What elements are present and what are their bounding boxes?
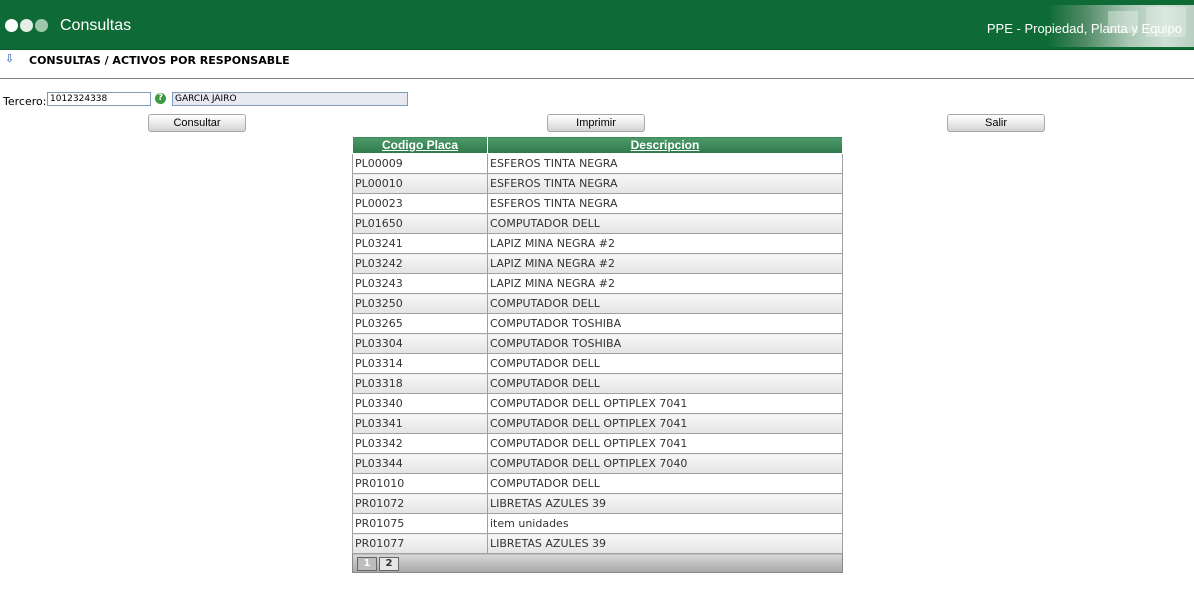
table-row[interactable]: PL03341 COMPUTADOR DELL OPTIPLEX 7041 (352, 413, 843, 434)
cell-codigo-placa: PL03304 (352, 333, 488, 354)
table-row[interactable]: PL01650 COMPUTADOR DELL (352, 213, 843, 234)
cell-descripcion: COMPUTADOR DELL (487, 293, 843, 314)
table-row[interactable]: PL03314 COMPUTADOR DELL (352, 353, 843, 374)
page-title: CONSULTAS / ACTIVOS POR RESPONSABLE (29, 54, 290, 67)
table-row[interactable]: PL03250 COMPUTADOR DELL (352, 293, 843, 314)
cell-descripcion: LAPIZ MINA NEGRA #2 (487, 253, 843, 274)
app-subtitle: PPE - Propiedad, Planta y Equipo (986, 21, 1182, 36)
cell-descripcion: item unidades (487, 513, 843, 534)
table-row[interactable]: PL00010 ESFEROS TINTA NEGRA (352, 173, 843, 194)
cell-codigo-placa: PL03265 (352, 313, 488, 334)
cell-codigo-placa: PL03340 (352, 393, 488, 414)
cell-descripcion: COMPUTADOR DELL OPTIPLEX 7041 (487, 413, 843, 434)
cell-codigo-placa: PL03241 (352, 233, 488, 254)
column-header-descripcion[interactable]: Descripcion (487, 136, 843, 154)
dot-icon (20, 19, 33, 32)
assets-table: Codigo Placa Descripcion PL00009 ESFEROS … (352, 136, 843, 573)
table-row[interactable]: PL03342 COMPUTADOR DELL OPTIPLEX 7041 (352, 433, 843, 454)
imprimir-button[interactable]: Imprimir (547, 114, 645, 132)
cell-descripcion: COMPUTADOR DELL (487, 473, 843, 494)
table-row[interactable]: PR01010 COMPUTADOR DELL (352, 473, 843, 494)
cell-codigo-placa: PL03242 (352, 253, 488, 274)
tercero-label: Tercero: (3, 95, 47, 108)
cell-descripcion: COMPUTADOR DELL (487, 353, 843, 374)
info-icon: ⇩ (4, 52, 15, 65)
pager-row: 12 (352, 553, 843, 573)
app-title: Consultas (60, 17, 132, 34)
cell-descripcion: ESFEROS TINTA NEGRA (487, 193, 843, 214)
cell-codigo-placa: PR01077 (352, 533, 488, 554)
table-row[interactable]: PL03304 COMPUTADOR TOSHIBA (352, 333, 843, 354)
cell-descripcion: COMPUTADOR DELL OPTIPLEX 7041 (487, 433, 843, 454)
cell-codigo-placa: PL01650 (352, 213, 488, 234)
table-row[interactable]: PL03318 COMPUTADOR DELL (352, 373, 843, 394)
tercero-input[interactable] (47, 92, 151, 106)
divider (0, 78, 1194, 79)
table-row[interactable]: PR01075 item unidades (352, 513, 843, 534)
cell-codigo-placa: PL03314 (352, 353, 488, 374)
pager-page-2[interactable]: 2 (379, 557, 399, 571)
table-row[interactable]: PL03242 LAPIZ MINA NEGRA #2 (352, 253, 843, 274)
dot-icon (5, 19, 18, 32)
table-body: PL00009 ESFEROS TINTA NEGRA PL00010 ESFEROS… (352, 153, 843, 554)
cell-codigo-placa: PL03341 (352, 413, 488, 434)
cell-descripcion: COMPUTADOR DELL (487, 213, 843, 234)
dot-icon (35, 19, 48, 32)
cell-descripcion: COMPUTADOR DELL OPTIPLEX 7041 (487, 393, 843, 414)
table-row[interactable]: PL03241 LAPIZ MINA NEGRA #2 (352, 233, 843, 254)
table-row[interactable]: PL03344 COMPUTADOR DELL OPTIPLEX 7040 (352, 453, 843, 474)
cell-codigo-placa: PR01072 (352, 493, 488, 514)
cell-codigo-placa: PR01010 (352, 473, 488, 494)
salir-button[interactable]: Salir (947, 114, 1045, 132)
cell-codigo-placa: PL03250 (352, 293, 488, 314)
table-row[interactable]: PL03340 COMPUTADOR DELL OPTIPLEX 7041 (352, 393, 843, 414)
cell-codigo-placa: PL03318 (352, 373, 488, 394)
app-header: Consultas PPE - Propiedad, Planta y Equi… (0, 0, 1194, 50)
table-row[interactable]: PR01077 LIBRETAS AZULES 39 (352, 533, 843, 554)
cell-codigo-placa: PL00010 (352, 173, 488, 194)
cell-descripcion: LAPIZ MINA NEGRA #2 (487, 233, 843, 254)
table-header-row: Codigo Placa Descripcion (352, 136, 843, 154)
table-row[interactable]: PL03265 COMPUTADOR TOSHIBA (352, 313, 843, 334)
cell-codigo-placa: PL03344 (352, 453, 488, 474)
pager-page-1[interactable]: 1 (357, 557, 377, 571)
pager: 12 (352, 553, 843, 573)
cell-codigo-placa: PL03342 (352, 433, 488, 454)
cell-descripcion: COMPUTADOR TOSHIBA (487, 313, 843, 334)
cell-codigo-placa: PL00009 (352, 153, 488, 174)
cell-descripcion: COMPUTADOR TOSHIBA (487, 333, 843, 354)
cell-descripcion: COMPUTADOR DELL OPTIPLEX 7040 (487, 453, 843, 474)
cell-descripcion: LAPIZ MINA NEGRA #2 (487, 273, 843, 294)
table-row[interactable]: PL03243 LAPIZ MINA NEGRA #2 (352, 273, 843, 294)
table-row[interactable]: PL00009 ESFEROS TINTA NEGRA (352, 153, 843, 174)
cell-codigo-placa: PL00023 (352, 193, 488, 214)
column-header-codigo-placa[interactable]: Codigo Placa (352, 136, 488, 154)
table-row[interactable]: PL00023 ESFEROS TINTA NEGRA (352, 193, 843, 214)
cell-codigo-placa: PL03243 (352, 273, 488, 294)
table-row[interactable]: PR01072 LIBRETAS AZULES 39 (352, 493, 843, 514)
cell-descripcion: ESFEROS TINTA NEGRA (487, 173, 843, 194)
nombre-field (172, 92, 408, 106)
cell-descripcion: LIBRETAS AZULES 39 (487, 493, 843, 514)
consultar-button[interactable]: Consultar (148, 114, 246, 132)
cell-descripcion: COMPUTADOR DELL (487, 373, 843, 394)
cell-descripcion: LIBRETAS AZULES 39 (487, 533, 843, 554)
cell-codigo-placa: PR01075 (352, 513, 488, 534)
cell-descripcion: ESFEROS TINTA NEGRA (487, 153, 843, 174)
help-icon[interactable]: ? (155, 93, 166, 104)
